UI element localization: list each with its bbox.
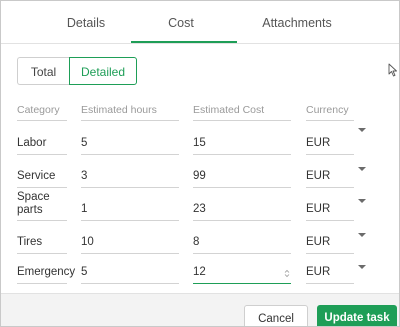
category-label: Service — [17, 170, 56, 182]
tab-cost[interactable]: Cost — [131, 1, 231, 45]
cost-input[interactable]: 8 — [193, 236, 199, 248]
header-category: Category — [17, 104, 60, 116]
header-estimated-hours: Estimated hours — [81, 104, 157, 116]
hours-input[interactable]: 5 — [81, 266, 87, 278]
category-underline — [17, 187, 67, 188]
cost-underline — [193, 154, 291, 155]
mouse-pointer-icon — [388, 63, 397, 77]
toggle-total-button[interactable]: Total — [17, 57, 69, 85]
cost-underline-focused — [193, 283, 291, 284]
hours-underline — [81, 187, 179, 188]
header-underline — [306, 120, 354, 121]
number-spinner-icon[interactable] — [284, 269, 290, 278]
hours-underline — [81, 283, 179, 284]
currency-select[interactable]: EUR — [306, 266, 330, 278]
cost-underline — [193, 187, 291, 188]
hours-input[interactable]: 10 — [81, 236, 94, 248]
chevron-down-icon[interactable] — [358, 128, 366, 132]
tabs-divider — [1, 43, 399, 44]
category-label-line2: parts — [17, 204, 43, 216]
tab-attachments[interactable]: Attachments — [237, 1, 357, 45]
header-currency: Currency — [306, 104, 349, 116]
currency-underline — [306, 187, 354, 188]
currency-underline — [306, 154, 354, 155]
hours-input[interactable]: 5 — [81, 137, 87, 149]
chevron-down-icon[interactable] — [358, 233, 366, 237]
cost-input[interactable]: 99 — [193, 170, 206, 182]
category-underline — [17, 154, 67, 155]
currency-select[interactable]: EUR — [306, 137, 330, 149]
cancel-button[interactable]: Cancel — [244, 305, 308, 326]
cost-input-focused[interactable]: 12 — [193, 266, 206, 278]
category-underline — [17, 253, 67, 254]
cost-underline — [193, 220, 291, 221]
tab-details[interactable]: Details — [41, 1, 131, 45]
currency-select[interactable]: EUR — [306, 203, 330, 215]
category-underline — [17, 283, 67, 284]
currency-underline — [306, 220, 354, 221]
header-underline — [81, 120, 179, 121]
cost-input[interactable]: 15 — [193, 137, 206, 149]
currency-select[interactable]: EUR — [306, 236, 330, 248]
task-dialog: Details Cost Attachments Total Detailed … — [0, 0, 400, 327]
hours-underline — [81, 154, 179, 155]
chevron-down-icon[interactable] — [358, 265, 366, 269]
toggle-detailed-button[interactable]: Detailed — [69, 57, 137, 85]
header-estimated-cost: Estimated Cost — [193, 104, 265, 116]
category-label: Space parts — [17, 191, 50, 217]
tab-bar: Details Cost Attachments — [1, 1, 399, 45]
category-label: Labor — [17, 137, 47, 149]
active-tab-indicator — [131, 41, 237, 43]
chevron-down-icon[interactable] — [358, 199, 366, 203]
chevron-down-icon[interactable] — [358, 167, 366, 171]
currency-underline — [306, 283, 354, 284]
hours-underline — [81, 220, 179, 221]
category-underline — [17, 220, 67, 221]
category-label: Emergency — [17, 266, 76, 278]
hours-underline — [81, 253, 179, 254]
category-label: Tires — [17, 236, 43, 248]
currency-underline — [306, 253, 354, 254]
update-task-button[interactable]: Update task — [317, 305, 397, 326]
category-label-line1: Space — [17, 191, 50, 203]
cost-input[interactable]: 23 — [193, 203, 206, 215]
hours-input[interactable]: 3 — [81, 170, 87, 182]
cost-underline — [193, 253, 291, 254]
currency-select[interactable]: EUR — [306, 170, 330, 182]
hours-input[interactable]: 1 — [81, 203, 87, 215]
header-underline — [17, 120, 67, 121]
header-underline — [193, 120, 291, 121]
